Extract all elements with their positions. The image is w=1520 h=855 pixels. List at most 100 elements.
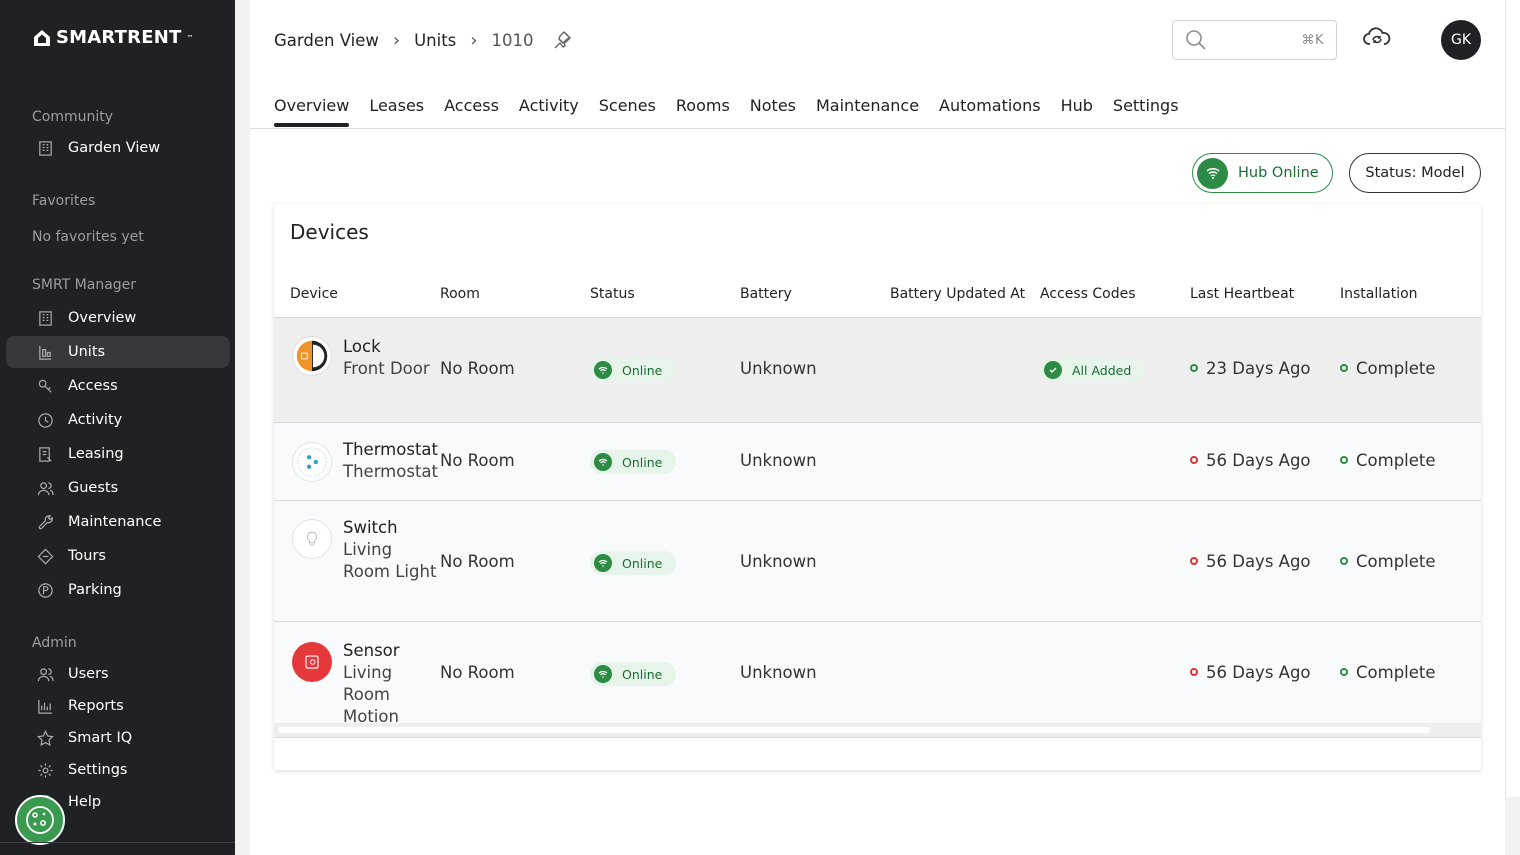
- sidebar-item-label: Smart IQ: [68, 730, 133, 746]
- tab-activity[interactable]: Activity: [519, 96, 579, 128]
- heartbeat-status-dot: [1190, 556, 1198, 565]
- sidebar-item-guests[interactable]: Guests: [6, 472, 230, 504]
- tab-leases[interactable]: Leases: [369, 96, 424, 128]
- cookie-settings-button[interactable]: [15, 795, 65, 845]
- sidebar-item-units[interactable]: Units: [6, 336, 230, 368]
- sidebar-item-tours[interactable]: Tours: [6, 540, 230, 572]
- access-codes-badge: All Added: [1040, 358, 1146, 382]
- logo-text: SMARTRENT: [56, 27, 182, 48]
- sidebar-item-leasing[interactable]: Leasing: [6, 438, 230, 470]
- battery-cell: Unknown: [740, 552, 817, 571]
- tab-automations[interactable]: Automations: [939, 96, 1041, 128]
- table-header: Device Room Status Battery Battery Updat…: [274, 286, 1481, 318]
- sidebar-item-reports[interactable]: Reports: [6, 690, 230, 722]
- wifi-icon: [594, 361, 612, 379]
- tours-icon: [36, 547, 54, 565]
- sidebar-item-users[interactable]: Users: [6, 658, 230, 690]
- installation-status-dot: [1340, 667, 1348, 676]
- tab-notes[interactable]: Notes: [750, 96, 796, 128]
- status-badge: Online: [590, 450, 677, 474]
- search-input[interactable]: ⌘K: [1172, 20, 1337, 60]
- unit-status-button[interactable]: Status: Model: [1349, 153, 1481, 193]
- vertical-scrollbar[interactable]: [1505, 0, 1520, 797]
- sidebar-item-label: Maintenance: [68, 514, 162, 530]
- installation-status-dot: [1340, 556, 1348, 565]
- battery-cell: Unknown: [740, 663, 817, 682]
- column-header: Last Heartbeat: [1190, 286, 1295, 302]
- lock-device-icon: [292, 336, 332, 376]
- sidebar-item-community[interactable]: Garden View: [6, 132, 230, 164]
- room-cell: No Room: [440, 359, 515, 378]
- sidebar-item-label: Reports: [68, 698, 124, 714]
- cloud-sync-icon[interactable]: [1362, 24, 1392, 50]
- sidebar-item-label: Settings: [68, 762, 128, 778]
- device-name: Lock Front Door: [343, 336, 430, 380]
- column-header: Battery Updated At: [890, 286, 1026, 302]
- room-cell: No Room: [440, 552, 515, 571]
- cookie-icon: [26, 806, 54, 834]
- sidebar-item-label: Access: [68, 378, 118, 394]
- sidebar-item-access[interactable]: Access: [6, 370, 230, 402]
- sidebar-item-label: Overview: [68, 310, 137, 326]
- clock-icon: [36, 411, 54, 429]
- table-row[interactable]: Switch Living Room Light No Room Online …: [274, 501, 1481, 622]
- unit-tabs: Overview Leases Access Activity Scenes R…: [274, 96, 1199, 128]
- sidebar-item-activity[interactable]: Activity: [6, 404, 230, 436]
- breadcrumb: Garden View › Units › 1010: [274, 29, 573, 51]
- sidebar-item-label: Leasing: [68, 446, 124, 462]
- sidebar-item-smart-iq[interactable]: Smart IQ: [6, 722, 230, 754]
- tab-maintenance[interactable]: Maintenance: [816, 96, 919, 128]
- tab-rooms[interactable]: Rooms: [676, 96, 730, 128]
- installation-status-dot: [1340, 363, 1348, 372]
- room-cell: No Room: [440, 451, 515, 470]
- breadcrumb-community[interactable]: Garden View: [274, 31, 379, 50]
- admin-section-title: Admin: [32, 635, 77, 651]
- hub-status-label: Hub Online: [1238, 165, 1319, 181]
- column-header: Status: [590, 286, 635, 302]
- table-row[interactable]: Thermostat Thermostat No Room Online Unk…: [274, 423, 1481, 501]
- sidebar-item-label: Guests: [68, 480, 119, 496]
- tab-overview[interactable]: Overview: [274, 96, 350, 128]
- pin-icon[interactable]: [551, 29, 573, 51]
- device-type: Lock: [343, 337, 381, 356]
- horizontal-scrollbar[interactable]: [274, 723, 1481, 737]
- sidebar-item-label: Garden View: [68, 140, 161, 156]
- table-row[interactable]: Sensor Living Room Motion No Room Online…: [274, 622, 1481, 726]
- tab-hub[interactable]: Hub: [1061, 96, 1093, 128]
- building-icon: [36, 309, 54, 327]
- parking-icon: [36, 581, 54, 599]
- device-type: Switch: [343, 518, 398, 537]
- tab-scenes[interactable]: Scenes: [599, 96, 656, 128]
- smartrent-logo[interactable]: SMARTRENT ™: [32, 27, 194, 48]
- sidebar-item-label: Activity: [68, 412, 123, 428]
- table-row[interactable]: Lock Front Door No Room Online Unknown A…: [274, 318, 1481, 423]
- search-icon: [1186, 30, 1206, 50]
- installation-status-dot: [1340, 455, 1348, 464]
- sidebar-item-parking[interactable]: Parking: [6, 574, 230, 606]
- wifi-icon: [594, 453, 612, 471]
- guests-icon: [36, 479, 54, 497]
- tab-settings[interactable]: Settings: [1113, 96, 1179, 128]
- battery-cell: Unknown: [740, 359, 817, 378]
- status-badge: Online: [590, 358, 677, 382]
- sidebar-item-overview[interactable]: Overview: [6, 302, 230, 334]
- hub-online-button[interactable]: Hub Online: [1192, 153, 1333, 193]
- check-icon: [1044, 361, 1062, 379]
- star-icon: [36, 729, 54, 747]
- installation-cell: Complete: [1340, 451, 1436, 470]
- status-badge: Online: [590, 551, 677, 575]
- manager-section-title: SMRT Manager: [32, 277, 137, 293]
- sidebar-item-maintenance[interactable]: Maintenance: [6, 506, 230, 538]
- breadcrumb-units[interactable]: Units: [414, 31, 456, 50]
- sidebar-item-settings[interactable]: Settings: [6, 754, 230, 786]
- user-avatar[interactable]: GK: [1441, 20, 1481, 60]
- tab-access[interactable]: Access: [444, 96, 499, 128]
- community-section-title: Community: [32, 109, 114, 125]
- column-header: Room: [440, 286, 480, 302]
- scrollbar-thumb[interactable]: [278, 727, 1430, 733]
- lightbulb-device-icon: [292, 519, 332, 559]
- heartbeat-cell: 56 Days Ago: [1190, 552, 1311, 571]
- column-header: Installation: [1340, 286, 1418, 302]
- column-header: Access Codes: [1040, 286, 1136, 302]
- sidebar-divider: [0, 842, 235, 843]
